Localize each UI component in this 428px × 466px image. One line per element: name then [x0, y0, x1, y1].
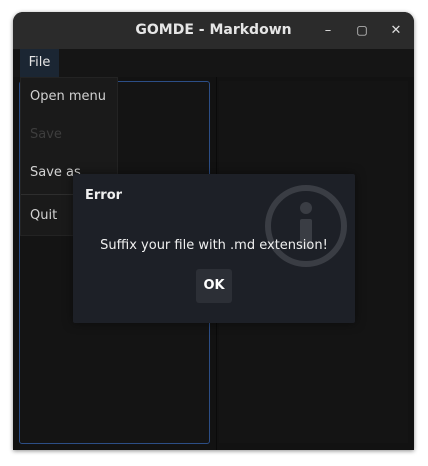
- ok-button[interactable]: OK: [196, 269, 232, 303]
- app-window: GOMDE - Markdown – ▢ ✕ File Open menu Sa…: [13, 12, 414, 450]
- minimize-button[interactable]: –: [311, 12, 345, 49]
- menu-item-open[interactable]: Open menu: [21, 78, 117, 116]
- error-dialog: Error Suffix your file with .md extensio…: [73, 174, 355, 323]
- menu-bar: File: [13, 49, 414, 77]
- menu-item-save[interactable]: Save: [21, 116, 117, 154]
- menu-file[interactable]: File: [20, 49, 59, 77]
- info-icon: [265, 185, 347, 267]
- maximize-button[interactable]: ▢: [345, 12, 379, 49]
- dialog-title: Error: [85, 188, 123, 203]
- dialog-message: Suffix your file with .md extension!: [100, 238, 328, 253]
- title-bar[interactable]: GOMDE - Markdown – ▢ ✕: [13, 12, 414, 49]
- close-button[interactable]: ✕: [379, 12, 413, 49]
